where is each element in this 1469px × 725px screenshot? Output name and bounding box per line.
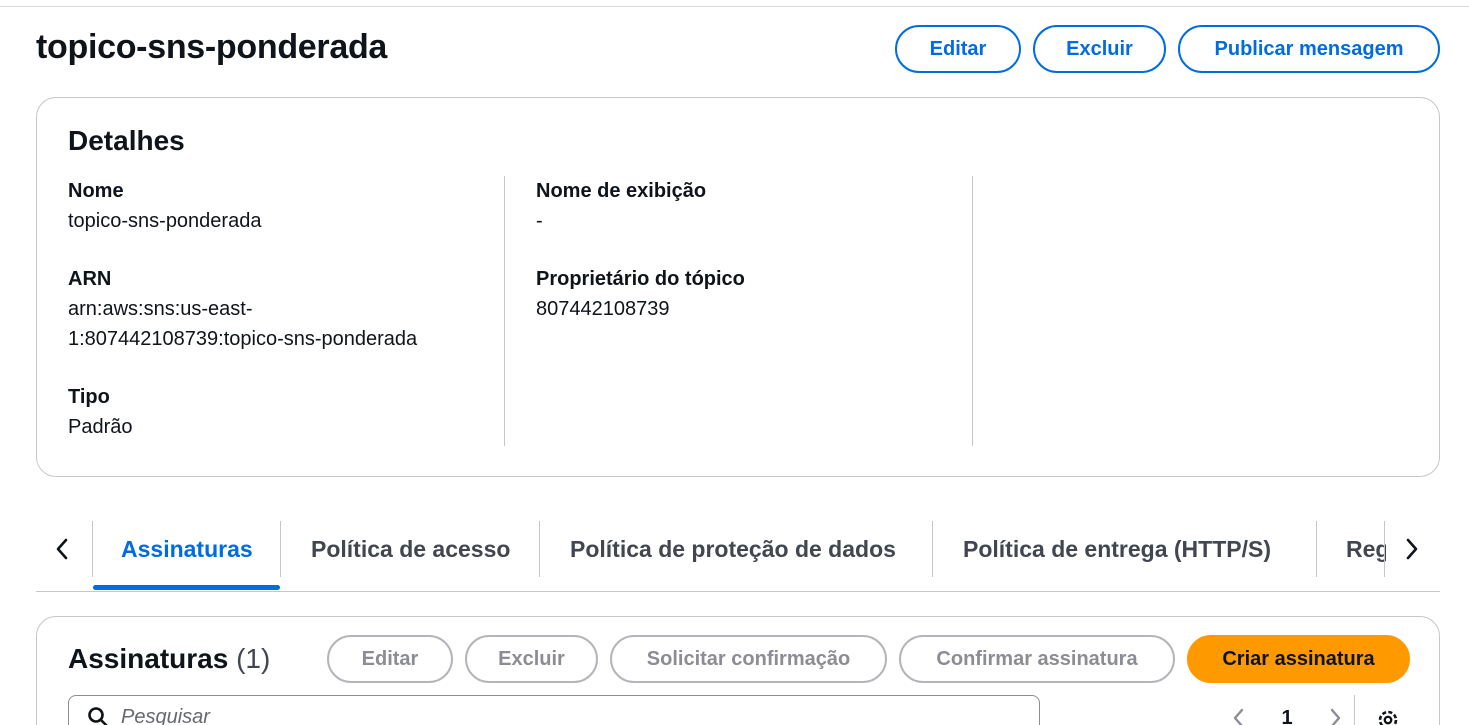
current-page-number[interactable]: 1 xyxy=(1281,707,1292,725)
details-column-3 xyxy=(1004,176,1404,446)
delete-topic-button[interactable]: Excluir xyxy=(1033,25,1166,73)
arn-value: arn:aws:sns:us-east- 1:807442108739:topi… xyxy=(68,294,504,354)
tabs-scroll-left-button[interactable] xyxy=(42,529,82,569)
delete-subscription-button[interactable]: Excluir xyxy=(465,635,598,683)
tab-politica-de-protecao-de-dados[interactable]: Política de proteção de dados xyxy=(570,517,896,581)
subscriptions-count: (1) xyxy=(236,643,271,674)
pagination: 1 xyxy=(1232,703,1342,725)
name-value: topico-sns-ponderada xyxy=(68,210,262,232)
search-input[interactable]: Pesquisar xyxy=(68,695,1040,725)
search-placeholder: Pesquisar xyxy=(121,705,210,725)
tab-reg-truncated[interactable]: Reg xyxy=(1346,517,1386,581)
edit-subscription-button[interactable]: Editar xyxy=(327,635,453,683)
field-name: Nome topico-sns-ponderada xyxy=(68,176,504,236)
arn-label: ARN xyxy=(68,268,112,290)
tabs-scroll-right-button[interactable] xyxy=(1392,529,1432,569)
tab-separator xyxy=(1316,521,1317,577)
type-value: Padrão xyxy=(68,416,133,438)
confirm-subscription-button[interactable]: Confirmar assinatura xyxy=(899,635,1175,683)
subscriptions-panel: Assinaturas (1) Editar Excluir Solicitar… xyxy=(36,616,1440,725)
tab-politica-de-acesso[interactable]: Política de acesso xyxy=(311,517,510,581)
name-label: Nome xyxy=(68,180,124,202)
arn-value-line-2: 1:807442108739:topico-sns-ponderada xyxy=(68,328,418,350)
tab-overflow: Reg xyxy=(1346,517,1386,581)
subscriptions-title-text: Assinaturas xyxy=(68,643,229,674)
display-name-value: - xyxy=(536,210,543,232)
field-arn: ARN arn:aws:sns:us-east- 1:807442108739:… xyxy=(68,264,504,354)
gear-icon[interactable] xyxy=(1375,707,1401,725)
tab-assinaturas[interactable]: Assinaturas xyxy=(121,517,253,581)
tab-separator xyxy=(280,521,281,577)
details-title: Detalhes xyxy=(68,125,185,156)
search-icon xyxy=(88,707,108,725)
type-label: Tipo xyxy=(68,386,110,408)
publish-message-button[interactable]: Publicar mensagem xyxy=(1178,25,1440,73)
chevron-left-icon xyxy=(56,538,68,560)
chevron-right-icon[interactable] xyxy=(1328,708,1342,725)
create-subscription-button[interactable]: Criar assinatura xyxy=(1187,635,1410,683)
details-column-1: Nome topico-sns-ponderada ARN arn:aws:sn… xyxy=(68,176,505,446)
edit-topic-button[interactable]: Editar xyxy=(895,25,1021,73)
page-title: topico-sns-ponderada xyxy=(36,28,388,66)
tab-separator xyxy=(1384,521,1385,577)
subscriptions-title: Assinaturas (1) xyxy=(68,643,270,675)
request-confirmation-button[interactable]: Solicitar confirmação xyxy=(610,635,887,683)
pagination-divider xyxy=(1354,695,1355,725)
details-column-2: Nome de exibição - Proprietário do tópic… xyxy=(536,176,973,446)
owner-value: 807442108739 xyxy=(536,298,670,320)
top-divider xyxy=(0,6,1469,7)
field-display-name: Nome de exibição - xyxy=(536,176,972,236)
field-type: Tipo Padrão xyxy=(68,382,504,442)
arn-value-line-1: arn:aws:sns:us-east- xyxy=(68,298,253,320)
chevron-right-icon xyxy=(1406,538,1418,560)
active-tab-indicator xyxy=(93,585,280,590)
field-owner: Proprietário do tópico 807442108739 xyxy=(536,264,972,324)
tab-separator xyxy=(932,521,933,577)
tab-politica-de-entrega[interactable]: Política de entrega (HTTP/S) xyxy=(963,517,1271,581)
chevron-left-icon[interactable] xyxy=(1232,708,1246,725)
tab-bar: Assinaturas Política de acesso Política … xyxy=(36,517,1440,592)
display-name-label: Nome de exibição xyxy=(536,180,707,202)
tab-separator xyxy=(539,521,540,577)
tab-separator xyxy=(92,521,93,577)
details-panel: Detalhes Nome topico-sns-ponderada ARN a… xyxy=(36,97,1440,477)
owner-label: Proprietário do tópico xyxy=(536,268,745,290)
